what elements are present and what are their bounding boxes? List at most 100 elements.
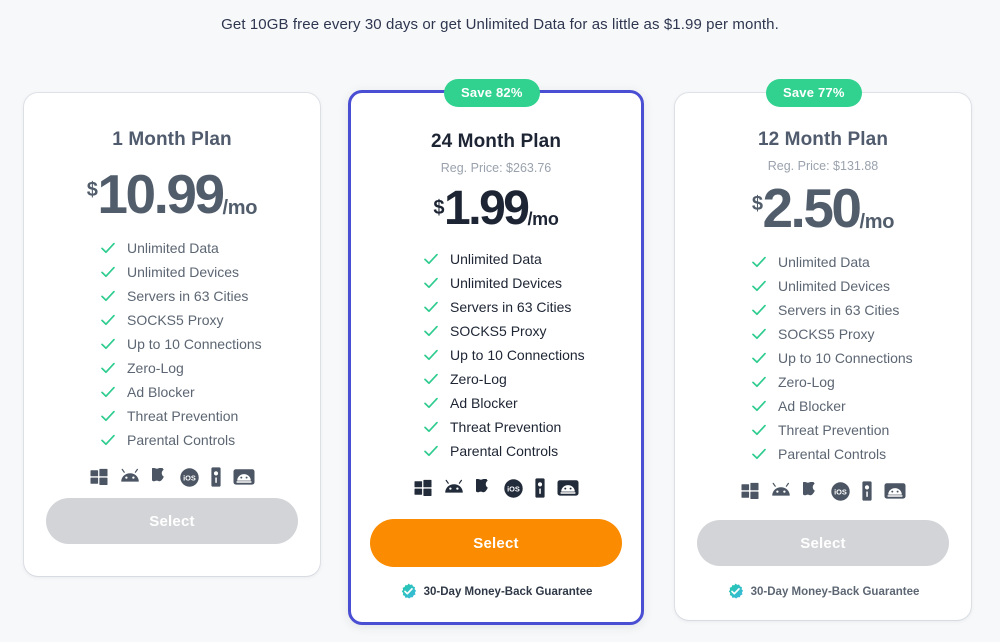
feature-item: Up to 10 Connections: [100, 332, 320, 356]
price-amount: 2.50: [762, 177, 862, 239]
feature-list: Unlimited Data Unlimited Devices Servers…: [351, 247, 641, 463]
select-button[interactable]: Select: [370, 519, 622, 567]
pricing-card-1-month[interactable]: 1 Month Plan $ 10.99 /mo Unlimited Data …: [24, 93, 320, 576]
androidtv-icon: [233, 469, 254, 485]
check-icon: [424, 301, 438, 313]
plan-price: $ 10.99 /mo: [24, 167, 320, 222]
plan-title: 1 Month Plan: [112, 129, 232, 150]
check-icon: [752, 424, 766, 436]
feature-label: Threat Prevention: [778, 422, 890, 438]
check-icon: [752, 256, 766, 268]
check-icon: [424, 373, 438, 385]
check-icon: [101, 290, 115, 302]
price-period: /mo: [222, 197, 258, 219]
price-currency: $: [433, 197, 445, 219]
apple-icon: [475, 478, 488, 492]
feature-label: Unlimited Devices: [778, 278, 891, 294]
pricing-page: Get 10GB free every 30 days or get Unlim…: [0, 0, 1000, 642]
feature-label: Up to 10 Connections: [450, 347, 585, 363]
feature-label: Zero-Log: [450, 371, 507, 387]
price-amount: 10.99: [97, 163, 225, 225]
feature-label: SOCKS5 Proxy: [127, 312, 224, 328]
androidtv-icon: [557, 480, 578, 496]
check-icon: [752, 376, 766, 388]
android-icon: [771, 482, 790, 496]
select-button[interactable]: Select: [46, 498, 298, 544]
select-button[interactable]: Select: [697, 520, 949, 566]
feature-item: Zero-Log: [100, 356, 320, 380]
price-currency: $: [86, 179, 98, 201]
feature-item: Unlimited Devices: [423, 271, 641, 295]
price-amount: 1.99: [444, 182, 530, 235]
check-icon: [101, 314, 115, 326]
check-icon: [101, 386, 115, 398]
price-period: /mo: [859, 211, 895, 233]
platform-icons: iOS: [351, 478, 641, 498]
svg-text:iOS: iOS: [183, 473, 196, 482]
feature-label: Zero-Log: [778, 374, 835, 390]
feature-label: Servers in 63 Cities: [450, 299, 572, 315]
check-icon: [101, 338, 115, 350]
feature-item: Parental Controls: [423, 439, 641, 463]
feature-item: Unlimited Devices: [100, 260, 320, 284]
feature-item: Servers in 63 Cities: [423, 295, 641, 319]
feature-item: Servers in 63 Cities: [100, 284, 320, 308]
feature-item: Ad Blocker: [100, 380, 320, 404]
plan-title: 12 Month Plan: [757, 129, 889, 150]
ios-icon: iOS: [503, 478, 523, 498]
check-icon: [101, 362, 115, 374]
check-icon: [101, 434, 115, 446]
price-period: /mo: [527, 209, 559, 229]
verified-badge-icon: [728, 583, 743, 599]
money-back-guarantee: 30-Day Money-Back Guarantee: [351, 583, 641, 600]
feature-label: Ad Blocker: [450, 395, 518, 411]
feature-label: Threat Prevention: [450, 419, 562, 435]
feature-label: Unlimited Data: [127, 240, 219, 256]
check-icon: [101, 266, 115, 278]
feature-label: Servers in 63 Cities: [778, 302, 900, 318]
feature-label: Parental Controls: [450, 443, 559, 459]
plan-title: 24 Month Plan: [430, 131, 562, 152]
guarantee-label: 30-Day Money-Back Guarantee: [750, 585, 920, 598]
feature-item: Servers in 63 Cities: [751, 298, 971, 322]
feature-item: Ad Blocker: [751, 394, 971, 418]
platform-icons: iOS: [675, 481, 971, 501]
feature-label: Servers in 63 Cities: [127, 288, 249, 304]
firestick-icon: [534, 478, 545, 498]
feature-item: Parental Controls: [100, 428, 320, 452]
pricing-card-12-month[interactable]: 12 Month Plan Reg. Price: $131.88 $ 2.50…: [675, 93, 971, 620]
feature-label: Ad Blocker: [127, 384, 195, 400]
feature-label: Up to 10 Connections: [778, 350, 913, 366]
regular-price: Reg. Price: $263.76: [440, 161, 552, 175]
feature-item: Unlimited Devices: [751, 274, 971, 298]
feature-label: SOCKS5 Proxy: [778, 326, 875, 342]
plan-price: $ 1.99 /mo: [351, 185, 641, 233]
check-icon: [424, 397, 438, 409]
check-icon: [752, 352, 766, 364]
save-badge-12-month: Save 77%: [766, 79, 862, 107]
svg-text:iOS: iOS: [507, 484, 520, 493]
guarantee-label: 30-Day Money-Back Guarantee: [423, 585, 593, 598]
feature-label: Zero-Log: [127, 360, 184, 376]
money-back-guarantee: 30-Day Money-Back Guarantee: [675, 583, 971, 600]
androidtv-icon: [884, 483, 905, 499]
feature-label: Ad Blocker: [778, 398, 846, 414]
feature-item: Threat Prevention: [751, 418, 971, 442]
feature-item: Unlimited Data: [751, 250, 971, 274]
check-icon: [752, 304, 766, 316]
feature-item: Threat Prevention: [100, 404, 320, 428]
android-icon: [444, 479, 463, 493]
svg-text:iOS: iOS: [834, 487, 847, 496]
check-icon: [752, 328, 766, 340]
feature-list: Unlimited Data Unlimited Devices Servers…: [675, 250, 971, 466]
windows-icon: [741, 482, 758, 499]
feature-label: Up to 10 Connections: [127, 336, 262, 352]
pricing-card-24-month[interactable]: 24 Month Plan Reg. Price: $263.76 $ 1.99…: [348, 90, 644, 625]
feature-label: Unlimited Devices: [127, 264, 240, 280]
check-icon: [424, 445, 438, 457]
page-headline: Get 10GB free every 30 days or get Unlim…: [221, 16, 779, 33]
pricing-cards-row: 1 Month Plan $ 10.99 /mo Unlimited Data …: [0, 90, 1000, 630]
regular-price: Reg. Price: $131.88: [767, 159, 879, 173]
check-icon: [752, 400, 766, 412]
feature-item: SOCKS5 Proxy: [100, 308, 320, 332]
